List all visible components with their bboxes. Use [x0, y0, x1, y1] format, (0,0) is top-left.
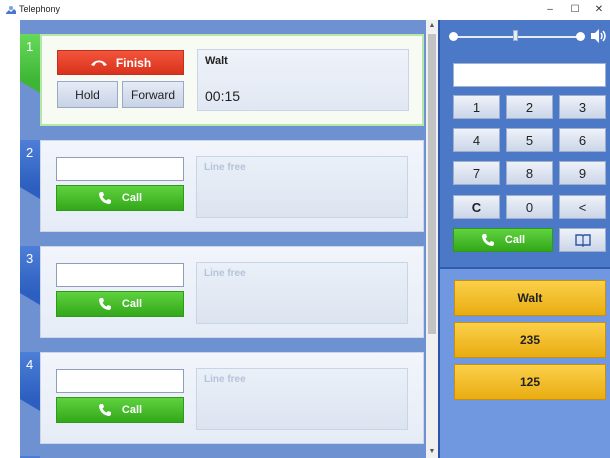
forward-button[interactable]: Forward: [122, 81, 184, 108]
dial-number-input[interactable]: [453, 63, 606, 87]
line-status-panel: Line free: [196, 262, 408, 324]
key-7[interactable]: 7: [453, 161, 500, 185]
line-number-input[interactable]: [56, 263, 184, 287]
lines-panel: 1 Finish Hold Forward Walt 00:15 2 Call …: [20, 20, 426, 458]
call-timer: 00:15: [205, 88, 241, 104]
line-card: Call Line free: [40, 246, 424, 338]
finish-label: Finish: [115, 55, 152, 70]
call-label: Call: [121, 404, 143, 416]
badge-tail: [20, 399, 40, 411]
minimize-button[interactable]: –: [538, 0, 562, 20]
badge-tail: [20, 187, 40, 199]
key-1[interactable]: 1: [453, 95, 500, 119]
hangup-icon: [90, 60, 107, 66]
speed-dial-walt[interactable]: Walt: [454, 280, 606, 316]
dial-call-button[interactable]: Call: [453, 228, 553, 252]
dialer-panel: 1 2 3 4 5 6 7 8 9 C 0 < Call Walt 235 12…: [438, 20, 610, 458]
key-5[interactable]: 5: [506, 128, 553, 152]
badge-tail: [20, 81, 40, 93]
volume-slider-thumb[interactable]: [513, 30, 518, 41]
call-button[interactable]: Call: [56, 397, 184, 423]
lines-scrollbar[interactable]: ▲ ▼: [426, 20, 438, 458]
scroll-down-icon[interactable]: ▼: [426, 446, 438, 458]
call-label: Call: [121, 192, 143, 204]
speed-dial-section: Walt 235 125: [438, 267, 610, 458]
key-2[interactable]: 2: [506, 95, 553, 119]
line-number-badge: 3: [20, 246, 40, 293]
line-status-panel: Line free: [196, 368, 408, 430]
book-icon: [574, 234, 591, 247]
caller-name: Walt: [205, 55, 228, 67]
key-3[interactable]: 3: [559, 95, 606, 119]
maximize-button[interactable]: ☐: [563, 0, 587, 20]
speed-dial-125[interactable]: 125: [454, 364, 606, 400]
volume-max-icon: [576, 32, 585, 41]
call-button[interactable]: Call: [56, 185, 184, 211]
address-book-button[interactable]: [559, 228, 606, 252]
line-status: Line free: [204, 162, 246, 173]
scroll-up-icon[interactable]: ▲: [426, 20, 438, 32]
line-number-badge: 2: [20, 140, 40, 187]
line-number-input[interactable]: [56, 157, 184, 181]
hold-button[interactable]: Hold: [57, 81, 118, 108]
line-number-input[interactable]: [56, 369, 184, 393]
key-9[interactable]: 9: [559, 161, 606, 185]
phone-icon: [98, 298, 111, 310]
title-bar: Telephony – ☐ ✕: [0, 0, 610, 20]
speed-dial-235[interactable]: 235: [454, 322, 606, 358]
speaker-icon[interactable]: [590, 28, 608, 44]
key-4[interactable]: 4: [453, 128, 500, 152]
call-info-panel: Walt 00:15: [197, 49, 409, 111]
telephony-app-icon: [6, 6, 16, 14]
scroll-thumb[interactable]: [428, 34, 436, 334]
call-label: Call: [121, 298, 143, 310]
line-card: Call Line free: [40, 140, 424, 232]
badge-tail: [20, 293, 40, 305]
finish-button[interactable]: Finish: [57, 50, 184, 75]
window-title: Telephony: [19, 4, 61, 14]
line-card: Call Line free: [40, 352, 424, 444]
key-0[interactable]: 0: [506, 195, 553, 219]
key-8[interactable]: 8: [506, 161, 553, 185]
key-clear[interactable]: C: [453, 195, 500, 219]
key-6[interactable]: 6: [559, 128, 606, 152]
line-number-badge: 1: [20, 34, 40, 81]
dialpad-section: 1 2 3 4 5 6 7 8 9 C 0 < Call: [438, 20, 610, 267]
line-status-panel: Line free: [196, 156, 408, 218]
call-button[interactable]: Call: [56, 291, 184, 317]
line-status: Line free: [204, 268, 246, 279]
line-status: Line free: [204, 374, 246, 385]
key-backspace[interactable]: <: [559, 195, 606, 219]
phone-icon: [481, 234, 494, 246]
phone-icon: [98, 192, 111, 204]
volume-min-icon: [449, 32, 458, 41]
dial-call-label: Call: [504, 234, 526, 246]
close-button[interactable]: ✕: [587, 0, 610, 20]
line-card: Finish Hold Forward Walt 00:15: [40, 34, 424, 126]
line-number-badge: 4: [20, 352, 40, 399]
phone-icon: [98, 404, 111, 416]
